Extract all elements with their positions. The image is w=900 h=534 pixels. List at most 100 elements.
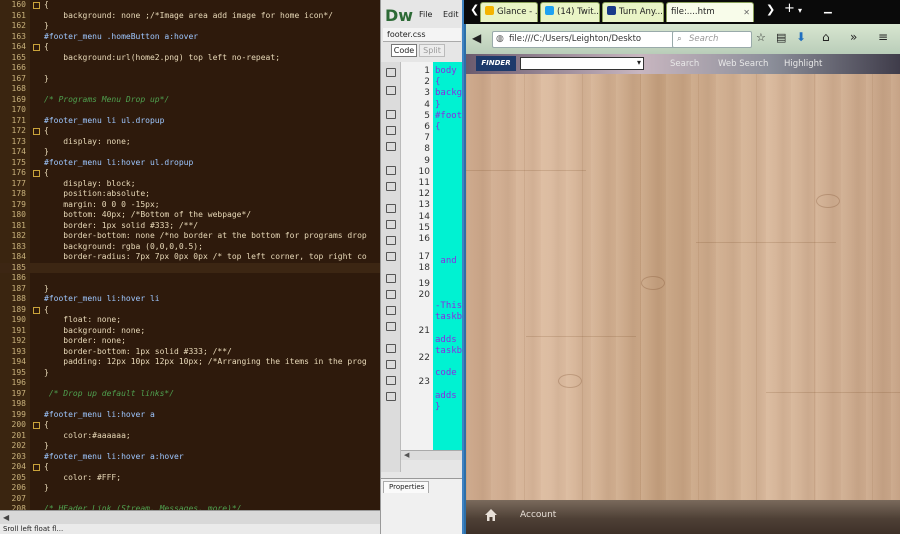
- code-line[interactable]: 190 float: none;: [0, 315, 380, 326]
- bookmark-star-icon[interactable]: ☆: [756, 31, 766, 44]
- code-line[interactable]: 204 {: [0, 462, 380, 473]
- code-line[interactable]: 160 {: [0, 0, 380, 11]
- code-line[interactable]: 207: [0, 494, 380, 505]
- fold-marker-icon[interactable]: [33, 170, 40, 177]
- code-line[interactable]: 195}: [0, 368, 380, 379]
- code-line[interactable]: 175 #footer_menu li:hover ul.dropup: [0, 158, 380, 169]
- highlight-invalid-code-icon[interactable]: [386, 220, 396, 229]
- code-line[interactable]: 193 border-bottom: 1px solid #333; /**/: [0, 347, 380, 358]
- toolbar-highlight-button[interactable]: Highlight: [784, 59, 822, 69]
- file-tab-footer-css[interactable]: footer.css: [383, 28, 461, 42]
- code-line[interactable]: 181 border: 1px solid #333; /**/: [0, 221, 380, 232]
- code-line[interactable]: 180 bottom: 40px; /*Bottom of the webpag…: [0, 210, 380, 221]
- fold-marker-icon[interactable]: [33, 464, 40, 471]
- url-bar[interactable]: ◍ file:///C:/Users/Leighton/Deskto: [492, 31, 680, 48]
- fold-marker-icon[interactable]: [33, 2, 40, 9]
- code-line[interactable]: 183 background: rgba (0,0,0,0.5);: [0, 242, 380, 253]
- open-documents-icon[interactable]: [386, 68, 396, 77]
- code-line[interactable]: 186: [0, 273, 380, 284]
- code-line[interactable]: 196: [0, 378, 380, 389]
- code-line[interactable]: 205 color: #FFF;: [0, 473, 380, 484]
- toolbar-logo[interactable]: FINDER: [476, 56, 516, 71]
- code-line[interactable]: 172 {: [0, 126, 380, 137]
- apply-comment-icon[interactable]: [386, 274, 396, 283]
- code-line[interactable]: 174}: [0, 147, 380, 158]
- close-tab-icon[interactable]: ✕: [743, 3, 750, 22]
- back-icon[interactable]: ◀: [472, 31, 481, 45]
- line-numbers-icon[interactable]: [386, 204, 396, 213]
- code-line[interactable]: 200 {: [0, 420, 380, 431]
- code-line[interactable]: 187}: [0, 284, 380, 295]
- code-line[interactable]: 166: [0, 63, 380, 74]
- code-line[interactable]: 170: [0, 105, 380, 116]
- code-line[interactable]: 177 display: block;: [0, 179, 380, 190]
- overflow-chevron-icon[interactable]: »: [850, 30, 857, 44]
- wrap-tag-icon[interactable]: [386, 306, 396, 315]
- code-line[interactable]: 165 background:url(home2.png) top left n…: [0, 53, 380, 64]
- code-line[interactable]: 178 position:absolute;: [0, 189, 380, 200]
- code-editor[interactable]: 160 {161 background: none ;/*Image area a…: [0, 0, 380, 534]
- fold-marker-icon[interactable]: [33, 128, 40, 135]
- code-line[interactable]: 163 #footer_menu .homeButton a:hover: [0, 32, 380, 43]
- editor-horizontal-scrollbar[interactable]: ◀: [0, 510, 380, 524]
- bookmarks-menu-icon[interactable]: ▤: [776, 31, 786, 44]
- menu-edit[interactable]: Edit: [443, 10, 459, 19]
- minimize-icon[interactable]: ▁: [824, 3, 832, 14]
- scroll-left-icon[interactable]: ◀: [404, 451, 409, 459]
- code-line[interactable]: 201 color:#aaaaaa;: [0, 431, 380, 442]
- tab-file-htm[interactable]: file:....htm ✕: [666, 2, 754, 22]
- code-line[interactable]: 171 #footer_menu li ul.dropup: [0, 116, 380, 127]
- home-icon[interactable]: [484, 508, 498, 522]
- expand-all-icon[interactable]: [386, 142, 396, 151]
- code-line[interactable]: 194 padding: 12px 10px 12px 10px; /*Arra…: [0, 357, 380, 368]
- tab-scroll-left-icon[interactable]: ❮: [470, 3, 479, 16]
- tab-twitter[interactable]: (14) Twit...: [540, 2, 600, 22]
- word-wrap-icon[interactable]: [386, 236, 396, 245]
- recent-snippets-icon[interactable]: [386, 322, 396, 331]
- code-line[interactable]: 168: [0, 84, 380, 95]
- search-bar[interactable]: ⌕ Search: [672, 31, 752, 48]
- show-code-navigator-icon[interactable]: [386, 86, 396, 95]
- code-line[interactable]: 176 {: [0, 168, 380, 179]
- syntax-coloring-icon[interactable]: [386, 252, 396, 261]
- split-view-button[interactable]: Split: [419, 44, 445, 57]
- code-line[interactable]: 161 background: none ;/*Image area add i…: [0, 11, 380, 22]
- menu-file[interactable]: File: [419, 10, 432, 19]
- code-line[interactable]: 167}: [0, 74, 380, 85]
- balance-braces-icon[interactable]: [386, 182, 396, 191]
- hamburger-menu-icon[interactable]: ≡: [878, 30, 888, 44]
- dw-horizontal-scrollbar[interactable]: ◀: [401, 450, 463, 460]
- collapse-selection-icon[interactable]: [386, 126, 396, 135]
- code-line[interactable]: 173 display: none;: [0, 137, 380, 148]
- dw-code-area[interactable]: body{backg} #foot{ and -This taskb adds taskb…: [433, 62, 463, 450]
- code-line[interactable]: 202}: [0, 441, 380, 452]
- toolbar-search-select[interactable]: ▾: [520, 57, 644, 70]
- code-line[interactable]: 179 margin: 0 0 0 -15px;: [0, 200, 380, 211]
- fold-marker-icon[interactable]: [33, 306, 40, 314]
- tab-turn-any[interactable]: Turn Any...: [602, 2, 664, 22]
- toolbar-web-search-button[interactable]: Web Search: [718, 59, 768, 69]
- code-line[interactable]: 199 #footer_menu li:hover a: [0, 410, 380, 421]
- select-parent-tag-icon[interactable]: [386, 166, 396, 175]
- fold-marker-icon[interactable]: [33, 44, 40, 51]
- code-line[interactable]: 162}: [0, 21, 380, 32]
- tab-scroll-right-icon[interactable]: ❯: [766, 3, 775, 16]
- scroll-left-icon[interactable]: ◀: [3, 513, 9, 522]
- code-line[interactable]: 192 border: none;: [0, 336, 380, 347]
- code-line[interactable]: 203 #footer_menu li:hover a:hover: [0, 452, 380, 463]
- fold-marker-icon[interactable]: [33, 422, 40, 429]
- download-icon[interactable]: ⬇: [796, 30, 806, 44]
- code-line[interactable]: 206}: [0, 483, 380, 494]
- code-line[interactable]: 198: [0, 399, 380, 410]
- code-line[interactable]: 169 /* Programs Menu Drop up*/: [0, 95, 380, 106]
- format-source-icon[interactable]: [386, 392, 396, 401]
- outdent-code-icon[interactable]: [386, 376, 396, 385]
- code-line[interactable]: 191 background: none;: [0, 326, 380, 337]
- list-all-tabs-icon[interactable]: ▾: [798, 6, 802, 15]
- home-button-icon[interactable]: ⌂: [822, 30, 830, 44]
- code-line[interactable]: 164 {: [0, 42, 380, 53]
- code-line[interactable]: 185: [0, 262, 380, 273]
- code-line[interactable]: 189 {: [0, 305, 380, 316]
- collapse-tag-icon[interactable]: [386, 110, 396, 119]
- move-css-icon[interactable]: [386, 344, 396, 353]
